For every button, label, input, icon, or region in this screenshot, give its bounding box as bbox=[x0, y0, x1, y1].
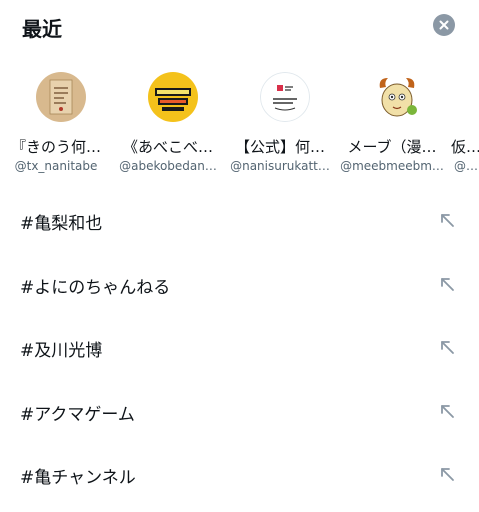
recent-title: 最近 bbox=[22, 17, 62, 41]
recent-search-item[interactable]: #亀チャンネル bbox=[0, 443, 479, 507]
recent-search-item[interactable]: #アクマゲーム bbox=[0, 380, 479, 444]
recent-account-item[interactable]: 【公式】何… @nanisurukatt… bbox=[224, 70, 336, 178]
recent-search-text: #よにのちゃんねる bbox=[20, 277, 171, 298]
arrow-up-left-icon bbox=[441, 404, 454, 418]
book-cover-avatar-icon bbox=[36, 72, 86, 122]
arrow-up-left-icon bbox=[441, 277, 454, 291]
yellow-logo-avatar-icon bbox=[148, 72, 198, 122]
recent-account-item[interactable]: 《あべこべ… @abekobedan… bbox=[112, 70, 224, 178]
arrow-up-left-icon bbox=[441, 468, 454, 481]
recent-account-item[interactable]: 仮… @… bbox=[448, 70, 479, 178]
recent-search-item[interactable]: #及川光博 bbox=[0, 316, 479, 380]
arrow-up-left-icon bbox=[441, 214, 454, 227]
recent-search-text: #亀梨和也 bbox=[20, 214, 103, 234]
recent-search-text: #亀チャンネル bbox=[20, 468, 136, 488]
recent-account-item[interactable]: 『きのう何… @tx_nanitabe bbox=[0, 70, 112, 178]
account-handle: @tx_nanitabe bbox=[14, 159, 98, 173]
recent-header: 最近 bbox=[0, 0, 479, 56]
account-handle: @abekobedan… bbox=[119, 159, 217, 173]
account-name: 《あべこべ… bbox=[122, 138, 213, 156]
close-icon bbox=[439, 20, 449, 30]
account-name: 『きのう何… bbox=[10, 138, 101, 156]
account-handle: @nanisurukatt… bbox=[230, 159, 330, 173]
arrow-up-left-icon bbox=[441, 341, 454, 354]
fill-search-button[interactable] bbox=[438, 465, 456, 483]
text-logo-avatar-icon bbox=[260, 72, 310, 122]
fill-search-button[interactable] bbox=[438, 338, 456, 356]
recent-search-text: #及川光博 bbox=[20, 341, 103, 361]
account-handle: @… bbox=[454, 159, 478, 173]
fill-search-button[interactable] bbox=[438, 211, 456, 229]
recent-accounts-carousel[interactable]: 『きのう何… @tx_nanitabe 《あべこべ… @abekobedan… bbox=[0, 70, 479, 180]
fill-search-button[interactable] bbox=[438, 275, 456, 293]
fill-search-button[interactable] bbox=[438, 402, 456, 420]
goat-character-avatar-icon bbox=[372, 72, 422, 122]
recent-search-text: #アクマゲーム bbox=[20, 404, 135, 425]
account-name: 【公式】何… bbox=[234, 138, 325, 156]
clear-recent-button[interactable] bbox=[433, 14, 455, 36]
account-name: 仮… bbox=[450, 138, 479, 156]
recent-searches-list: #亀梨和也 #よにのちゃんねる #及川光博 #アクマゲーム #亀チャンネル bbox=[0, 189, 479, 507]
recent-search-item[interactable]: #亀梨和也 bbox=[0, 189, 479, 253]
recent-search-item[interactable]: #よにのちゃんねる bbox=[0, 253, 479, 317]
